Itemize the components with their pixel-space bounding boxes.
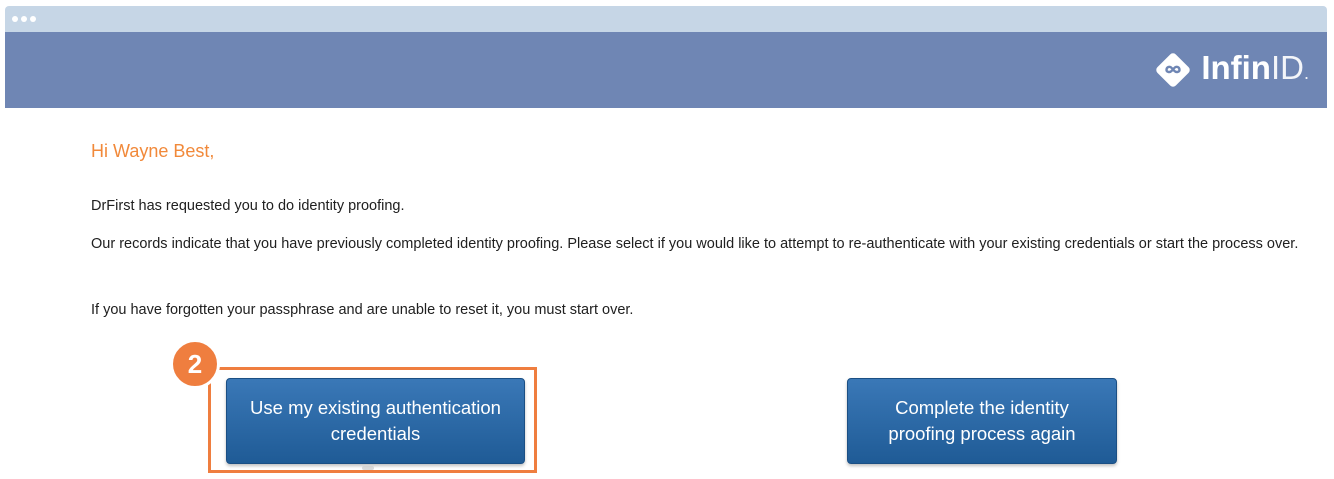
records-paragraph: Our records indicate that you have previ… — [91, 236, 1299, 252]
logo-text-thin: ID — [1270, 48, 1304, 86]
infinity-diamond-icon — [1156, 53, 1191, 87]
infinid-logo: InfinID. — [1153, 48, 1309, 93]
window-dots-icon — [12, 16, 39, 22]
use-existing-credentials-button[interactable]: Use my existing authentication credentia… — [226, 378, 525, 464]
forgot-passphrase-paragraph: If you have forgotten your passphrase an… — [91, 302, 634, 318]
app-header: InfinID. — [5, 32, 1327, 108]
window-dot — [30, 16, 36, 22]
greeting-heading: Hi Wayne Best, — [91, 141, 215, 161]
window-dot — [21, 16, 27, 22]
step-number-badge: 2 — [170, 339, 220, 389]
logo-wordmark: InfinID. — [1201, 48, 1309, 93]
window-dot — [12, 16, 18, 22]
browser-title-bar — [5, 6, 1327, 32]
logo-text-dot: . — [1303, 62, 1309, 83]
restart-identity-proofing-button[interactable]: Complete the identity proofing process a… — [847, 378, 1117, 464]
request-paragraph: DrFirst has requested you to do identity… — [91, 198, 405, 214]
logo-text-bold: Infin — [1201, 48, 1271, 86]
cursor-shadow — [362, 466, 374, 470]
